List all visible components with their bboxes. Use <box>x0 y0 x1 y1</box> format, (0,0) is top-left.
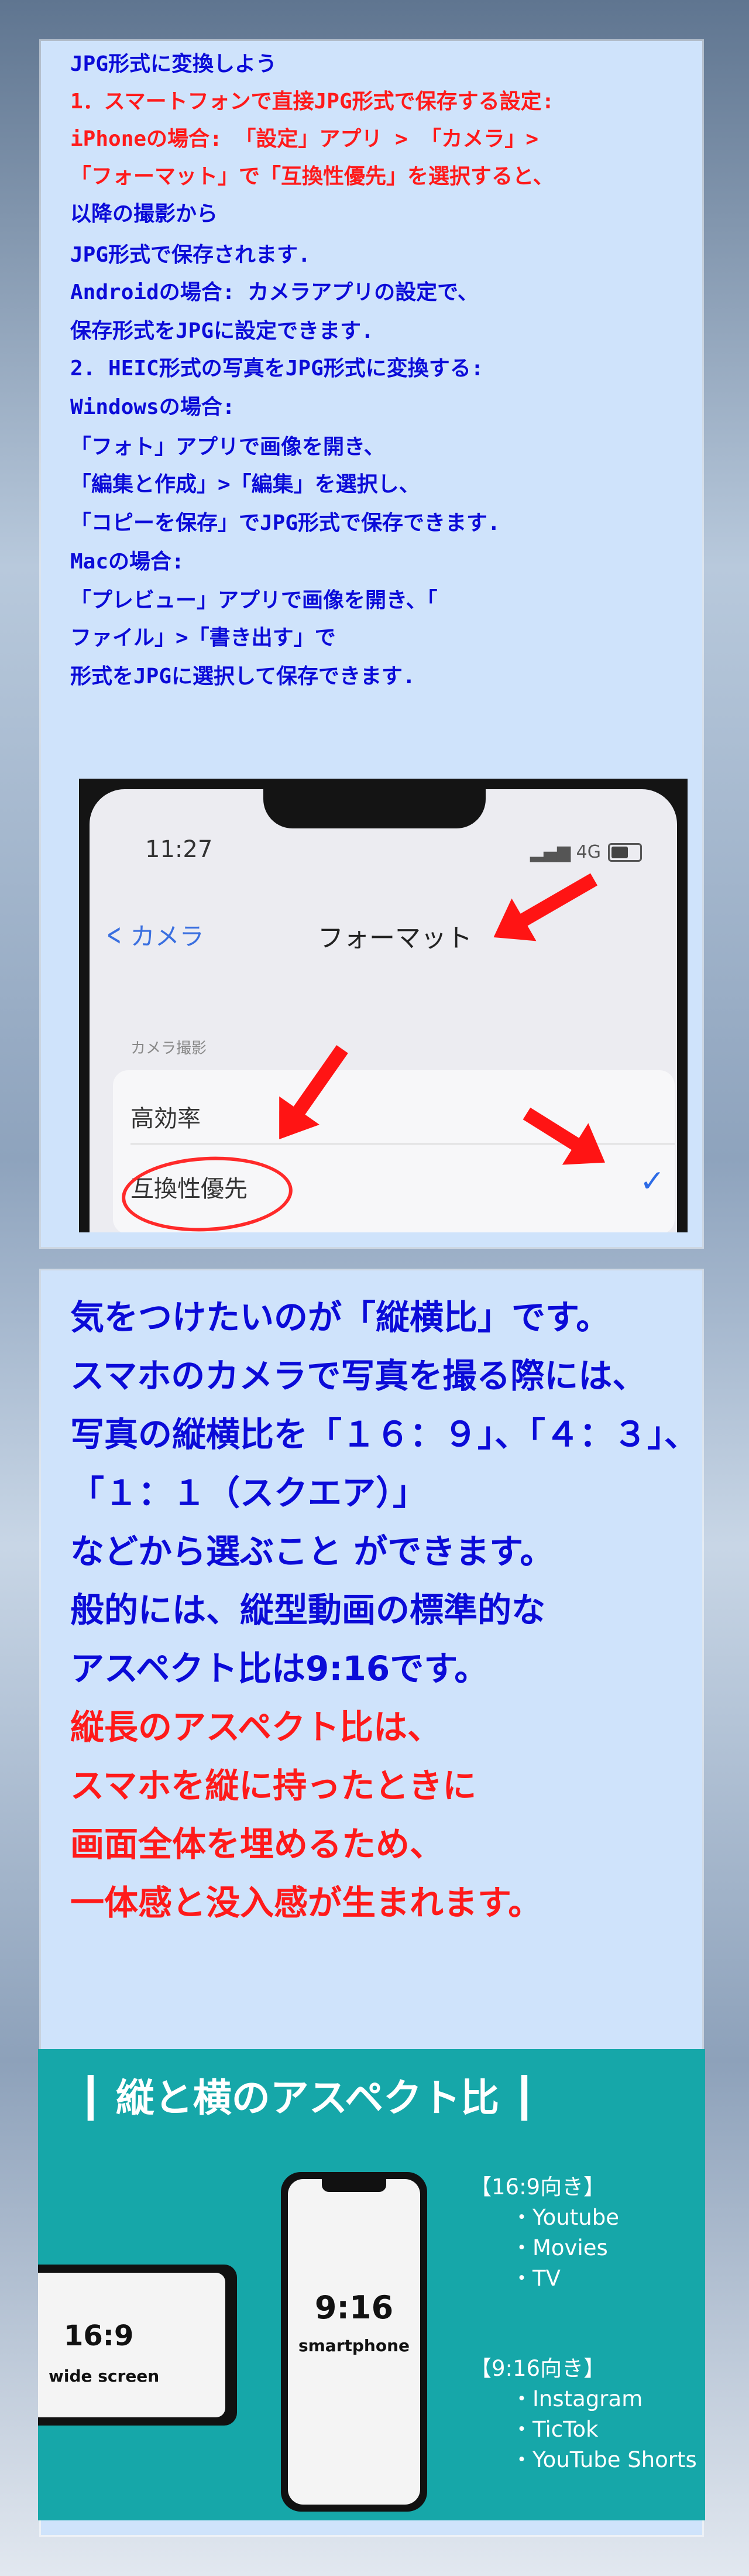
text-line: ファイル」>「書き出す」で <box>70 626 336 650</box>
landscape-label: wide screen <box>49 2366 160 2386</box>
group-16-9: 【16:9向き】 ・Youtube ・Movies ・TV <box>470 2172 619 2294</box>
text-line: Windowsの場合: <box>70 395 235 419</box>
text-line: 縦長のアスペクト比は、 <box>70 1707 441 1747</box>
phone-screen: 16:9 wide screen <box>38 2273 225 2417</box>
text-line: 「フォト」アプリで画像を開き、 <box>70 435 385 459</box>
text-line: 「編集と作成」>「編集」を選択し、 <box>70 472 420 496</box>
text-line: Androidの場合: カメラアプリの設定で、 <box>70 280 479 304</box>
text-line: 画面全体を埋めるため、 <box>70 1824 444 1864</box>
text-line: 形式をJPGに選択して保存できます. <box>70 664 415 688</box>
list-item: ・Youtube <box>511 2205 619 2230</box>
text-line: 写真の縦横比を「１６：９」、「４：３」、 <box>70 1414 699 1454</box>
text-line: などから選ぶこと ができます。 <box>70 1532 554 1571</box>
list-item: ・Movies <box>511 2235 608 2260</box>
group-heading: 【9:16向き】 <box>470 2356 606 2381</box>
phone-notch <box>263 779 486 828</box>
portrait-phone-illustration: 9:16 smartphone <box>281 2172 427 2512</box>
status-time: 11:27 <box>145 836 213 863</box>
signal-indicator: ▂▄▆ 4G <box>530 842 601 862</box>
screen-title: フォーマット <box>318 923 472 953</box>
section-header: カメラ撮影 <box>130 1040 207 1057</box>
phone-notch <box>322 2179 386 2192</box>
text-line: JPG形式で保存されます. <box>70 243 311 267</box>
card-title: ┃ 縦と横のアスペクト比 ┃ <box>79 2075 536 2121</box>
aspect-ratio-card: ┃ 縦と横のアスペクト比 ┃ 16:9 wide screen 9:16 sma… <box>38 2049 705 2520</box>
portrait-label: smartphone <box>298 2336 410 2355</box>
list-item: ・YouTube Shorts <box>511 2447 697 2472</box>
text-line: 気をつけたいのが「縦横比」です。 <box>70 1297 610 1337</box>
text-line: 「プレビュー」アプリで画像を開き、「 <box>70 588 438 612</box>
text-line: 「コピーを保存」でJPG形式で保存できます. <box>70 511 500 535</box>
text-line: 保存形式をJPGに設定できます. <box>70 319 374 343</box>
phone-notch <box>229 2317 237 2373</box>
text-line: 以降の撮影から <box>70 202 218 226</box>
landscape-ratio: 16:9 <box>64 2320 134 2352</box>
list-item: ・TV <box>511 2266 561 2291</box>
landscape-phone-illustration: 16:9 wide screen <box>38 2265 237 2426</box>
text-line: 一体感と没入感が生まれます。 <box>70 1883 542 1923</box>
text-line: 1．スマートフォンで直接JPG形式で保存する設定: <box>70 90 555 114</box>
text-line: スマホのカメラで写真を撮る際には、 <box>70 1356 647 1396</box>
group-9-16: 【9:16向き】 ・Instagram ・TicTok ・YouTube Sho… <box>470 2354 697 2475</box>
text-line: Macの場合: <box>70 550 184 574</box>
list-item: ・Instagram <box>511 2386 643 2411</box>
text-line: 「フォーマット」で「互換性優先」を選択すると、 <box>70 165 554 189</box>
text-line: 般的には、縦型動画の標準的な <box>70 1590 546 1630</box>
group-heading: 【16:9向き】 <box>470 2174 606 2200</box>
back-label: カメラ <box>130 922 204 951</box>
text-line: JPG形式に変換しよう <box>70 52 277 76</box>
text-line: アスペクト比は9:16です。 <box>70 1649 489 1688</box>
text-line: 2. HEIC形式の写真をJPG形式に変換する: <box>70 357 484 381</box>
aspect-ratio-panel: 気をつけたいのが「縦横比」です。 スマホのカメラで写真を撮る際には、 写真の縦横… <box>38 1270 705 2535</box>
battery-icon <box>608 843 642 862</box>
text-line: iPhoneの場合: 「設定」アプリ > 「カメラ」> <box>70 127 539 151</box>
back-button[interactable]: < カメラ <box>101 917 204 953</box>
network-label: 4G <box>576 842 601 862</box>
text-line: スマホを縦に持ったときに <box>70 1766 477 1806</box>
portrait-ratio: 9:16 <box>314 2289 394 2326</box>
jpg-conversion-panel: JPG形式に変換しよう 1．スマートフォンで直接JPG形式で保存する設定: iP… <box>41 41 702 1247</box>
checkmark-icon: ✓ <box>640 1164 665 1199</box>
text-line: 「１：１（スクエア）」 <box>70 1473 427 1513</box>
list-item: ・TicTok <box>511 2417 599 2442</box>
chevron-left-icon: < <box>106 917 122 953</box>
iphone-format-screenshot: 11:27 ▂▄▆ 4G < カメラ フォーマット カメラ撮影 高効率 互換性優先… <box>79 779 688 1232</box>
option-high-efficiency[interactable]: 高効率 <box>130 1099 201 1133</box>
